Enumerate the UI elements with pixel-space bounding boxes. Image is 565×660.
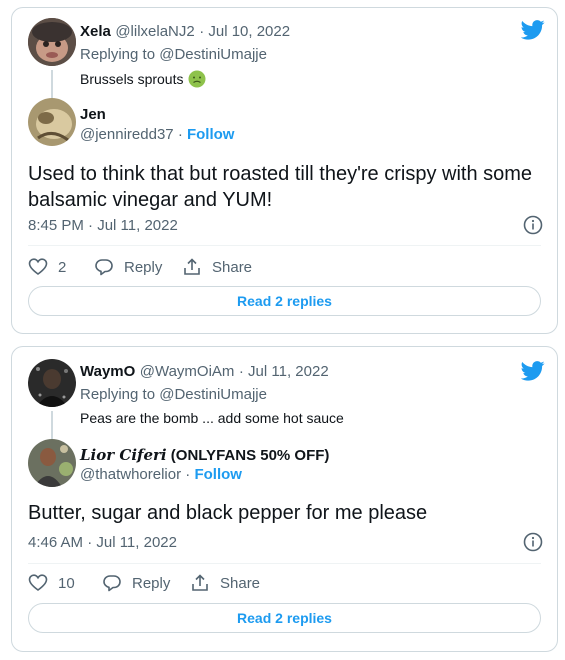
share-label: Share	[212, 258, 253, 276]
like-count: 2	[58, 258, 67, 276]
parent-handle[interactable]: @WaymOiAm	[140, 363, 235, 380]
nauseated-face-emoji	[188, 70, 206, 88]
share-button[interactable]: Share	[182, 257, 252, 277]
share-button[interactable]: Share	[190, 573, 260, 593]
heart-icon	[28, 573, 48, 593]
reply-bubble-icon	[94, 257, 114, 277]
reply-author-name[interactable]: (ONLYFANS 50% OFF)	[167, 447, 330, 464]
reply-author-handle[interactable]: @jenniredd37	[80, 126, 174, 143]
like-button[interactable]: 2	[28, 257, 66, 277]
info-icon[interactable]	[523, 532, 543, 552]
divider	[28, 563, 541, 564]
heart-icon	[28, 257, 48, 277]
reply-bubble-icon	[102, 573, 122, 593]
divider	[28, 245, 541, 246]
follow-button[interactable]: Follow	[187, 126, 235, 143]
read-replies-button[interactable]: Read 2 replies	[28, 603, 541, 633]
like-button[interactable]: 10	[28, 573, 75, 593]
reply-button[interactable]: Reply	[102, 573, 170, 593]
tweet-card-1: Xela @lilxelaNJ2 · Jul 10, 2022 Replying…	[11, 7, 558, 334]
parent-text: Peas are the bomb ... add some hot sauce	[80, 410, 344, 426]
parent-name[interactable]: Xela	[80, 23, 111, 40]
parent-date[interactable]: · Jul 10, 2022	[199, 23, 290, 40]
read-replies-button[interactable]: Read 2 replies	[28, 286, 541, 316]
reply-author-name[interactable]: Jen	[80, 106, 106, 123]
info-icon[interactable]	[523, 215, 543, 235]
replying-to-handle[interactable]: @DestiniUmajje	[159, 386, 267, 403]
parent-text: Brussels sprouts	[80, 71, 184, 87]
avatar-lior[interactable]	[28, 439, 76, 487]
reply-text: Butter, sugar and black pepper for me pl…	[28, 502, 428, 524]
share-label: Share	[220, 574, 261, 592]
replying-to-line: Replying to @DestiniUmajje	[80, 386, 267, 403]
reply-timestamp[interactable]: 8:45 PM · Jul 11, 2022	[28, 217, 178, 234]
replying-to-line: Replying to @DestiniUmajje	[80, 46, 267, 63]
replying-prefix: Replying to	[80, 46, 160, 63]
avatar-jen[interactable]	[28, 98, 76, 146]
share-icon	[190, 573, 210, 593]
reply-timestamp[interactable]: 4:46 AM · Jul 11, 2022	[28, 534, 177, 551]
reply-label: Reply	[132, 574, 171, 592]
replying-to-handle[interactable]: @DestiniUmajje	[159, 46, 267, 63]
tweet-card-2: WaymO @WaymOiAm · Jul 11, 2022 Replying …	[11, 346, 558, 652]
twitter-bird-icon[interactable]	[521, 361, 545, 381]
reply-author-handle[interactable]: @thatwhorelior	[80, 466, 181, 483]
share-icon	[182, 257, 202, 277]
avatar-xela[interactable]	[28, 18, 76, 66]
parent-handle[interactable]: @lilxelaNJ2	[115, 23, 194, 40]
replying-prefix: Replying to	[80, 386, 160, 403]
parent-name[interactable]: WaymO	[80, 363, 135, 380]
reply-author-name-styled[interactable]: Lior Ciferi	[80, 446, 167, 464]
like-count: 10	[58, 574, 75, 592]
reply-label: Reply	[124, 258, 163, 276]
twitter-bird-icon[interactable]	[521, 20, 545, 40]
thread-line	[51, 411, 53, 439]
reply-text: Used to think that but roasted till they…	[28, 163, 533, 211]
parent-date[interactable]: · Jul 11, 2022	[239, 363, 329, 380]
reply-button[interactable]: Reply	[94, 257, 162, 277]
follow-button[interactable]: Follow	[194, 466, 242, 483]
avatar-waymo[interactable]	[28, 359, 76, 407]
